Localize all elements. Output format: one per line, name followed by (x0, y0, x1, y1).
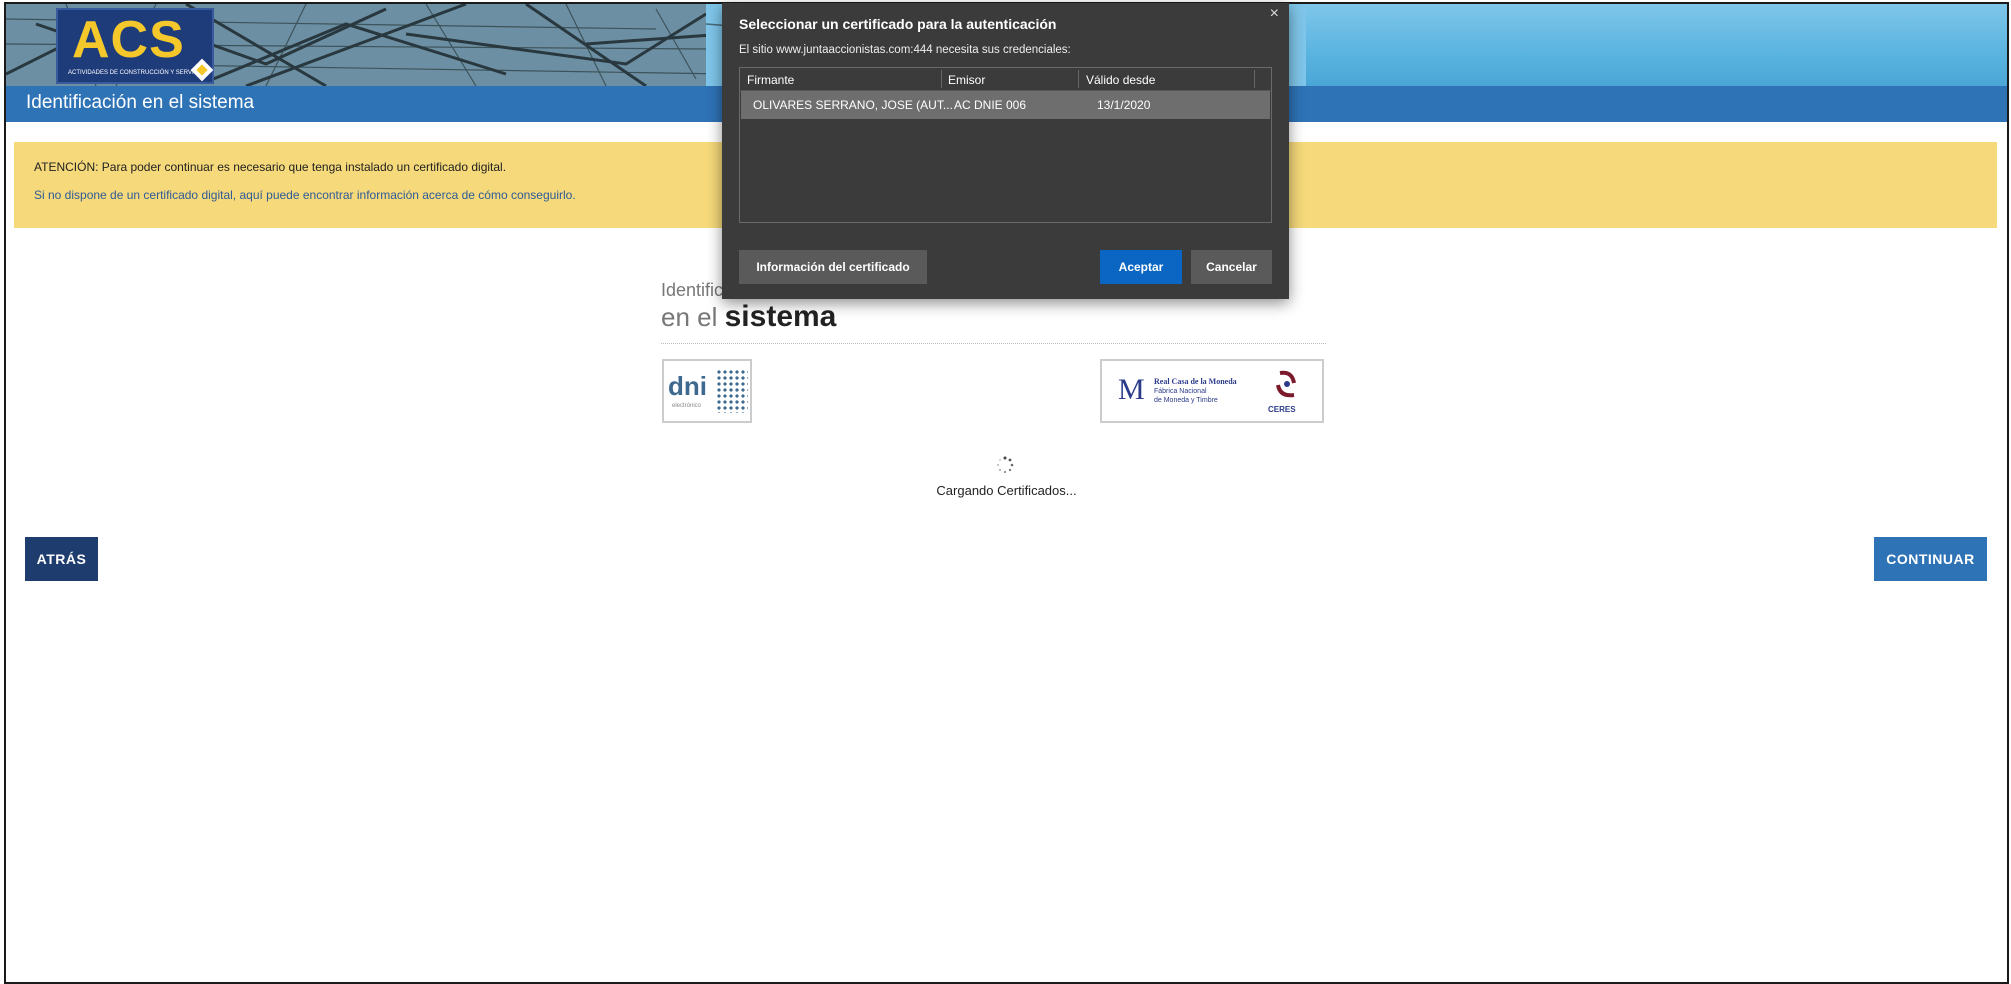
certificate-info-button[interactable]: Información del certificado (739, 250, 927, 284)
accept-button[interactable]: Aceptar (1100, 250, 1182, 284)
section-heading-prefix: en el (661, 302, 718, 332)
ceres-text: CERES (1268, 405, 1296, 414)
fnmt-line1: Real Casa de la Moneda (1154, 377, 1237, 386)
logo-text: ACS (72, 11, 185, 69)
section-heading-line1: Identific (661, 280, 724, 300)
column-header-valido-desde[interactable]: Válido desde (1086, 73, 1155, 87)
cell-emisor: AC DNIE 006 (954, 98, 1027, 112)
cell-valido-desde: 13/1/2020 (1097, 98, 1151, 112)
column-separator (1078, 70, 1079, 88)
notice-warning-text: ATENCIÓN: Para poder continuar es necesa… (34, 160, 507, 174)
column-separator (1254, 70, 1255, 88)
logo-diamond-icon (190, 58, 214, 82)
dialog-subtitle: El sitio www.juntaaccionistas.com:444 ne… (739, 44, 1071, 56)
column-header-emisor[interactable]: Emisor (948, 73, 985, 87)
loading-spinner-icon (997, 456, 1014, 474)
section-heading: en el sistema (661, 300, 836, 334)
dni-logo-subtext: electrónico (672, 403, 702, 409)
column-separator (941, 70, 942, 88)
certificate-info-link[interactable]: Si no dispone de un certificado digital,… (34, 188, 576, 202)
cancel-button[interactable]: Cancelar (1191, 250, 1272, 284)
logo-subtitle: ACTIVIDADES DE CONSTRUCCIÓN Y SERVICIOS (68, 70, 209, 76)
section-heading-bold: sistema (724, 300, 837, 333)
table-header: Firmante Emisor Válido desde (740, 68, 1271, 91)
cell-firmante: OLIVARES SERRANO, JOSE (AUT... (753, 98, 953, 112)
certificate-dialog: × Seleccionar un certificado para la aut… (722, 3, 1289, 299)
column-header-firmante[interactable]: Firmante (747, 73, 794, 87)
loading-text: Cargando Certificados... (936, 483, 1077, 498)
back-button[interactable]: ATRÁS (25, 537, 98, 581)
certificate-table: Firmante Emisor Válido desde OLIVARES SE… (739, 67, 1272, 223)
certificate-row[interactable]: OLIVARES SERRANO, JOSE (AUT... AC DNIE 0… (741, 91, 1270, 119)
continue-button[interactable]: CONTINUAR (1874, 537, 1987, 581)
fnmt-line2: Fábrica Nacional (1154, 388, 1207, 395)
fnmt-line3: de Moneda y Timbre (1154, 397, 1218, 404)
dni-electronico-logo: dni electrónico (662, 359, 752, 423)
dotted-divider (661, 343, 1326, 344)
fnmt-ceres-logo: M Real Casa de la Moneda Fábrica Naciona… (1100, 359, 1324, 423)
dialog-title: Seleccionar un certificado para la auten… (739, 16, 1057, 32)
dni-dots-icon (716, 369, 748, 413)
close-icon[interactable]: × (1270, 5, 1279, 23)
crown-m-icon: M (1118, 373, 1145, 406)
acs-logo: ACS ACTIVIDADES DE CONSTRUCCIÓN Y SERVIC… (56, 8, 214, 84)
ceres-swirl-icon (1276, 370, 1296, 398)
page-title: Identificación en el sistema (26, 92, 255, 113)
dni-logo-text: dni (668, 371, 707, 401)
